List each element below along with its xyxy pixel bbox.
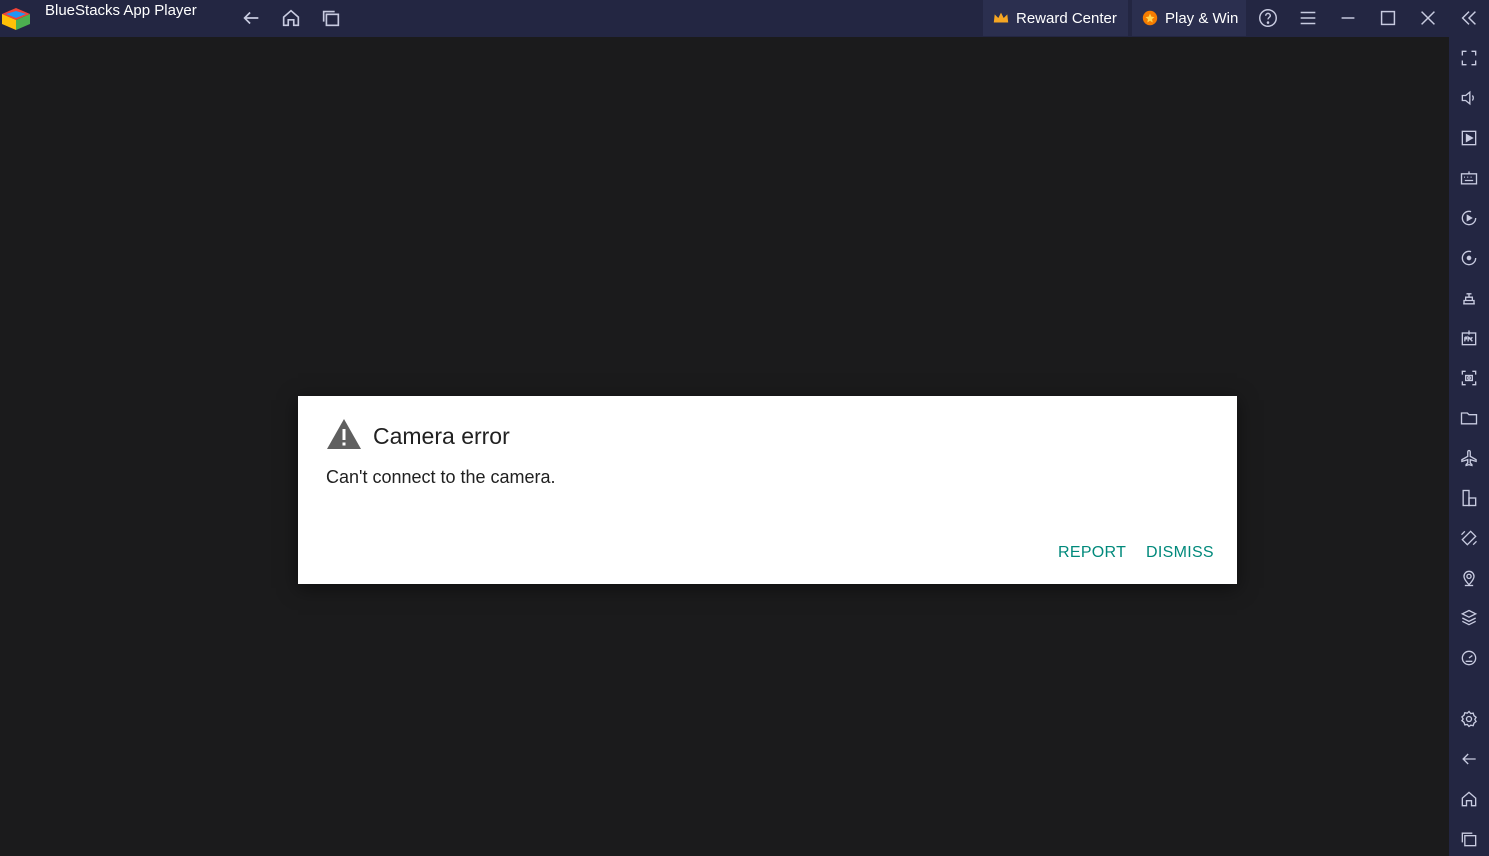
keyboard-controls-icon[interactable] — [1457, 166, 1481, 190]
multi-instance-icon[interactable] — [1457, 486, 1481, 510]
location-icon[interactable] — [1457, 566, 1481, 590]
help-icon[interactable] — [1256, 6, 1280, 30]
folder-icon[interactable] — [1457, 406, 1481, 430]
coin-icon — [1142, 10, 1158, 26]
home-icon[interactable] — [279, 6, 303, 30]
maximize-icon[interactable] — [1376, 6, 1400, 30]
report-button[interactable]: REPORT — [1058, 543, 1126, 563]
title-bar: BlueStacks App Player Reward Center Play… — [0, 0, 1489, 37]
play-win-label: Play & Win — [1165, 9, 1239, 27]
install-apk-icon[interactable] — [1457, 326, 1481, 350]
dialog-message: Can't connect to the camera. — [326, 467, 556, 487]
play-win-button[interactable]: Play & Win — [1132, 0, 1246, 36]
bluestacks-logo — [2, 8, 30, 30]
sync-icon[interactable] — [1457, 246, 1481, 270]
recent-apps-icon[interactable] — [1457, 827, 1481, 851]
warning-icon — [327, 419, 361, 449]
settings-icon[interactable] — [1457, 707, 1481, 731]
media-manager-icon[interactable] — [1457, 126, 1481, 150]
right-sidebar — [1449, 37, 1489, 856]
close-icon[interactable] — [1416, 6, 1440, 30]
collapse-sidebar-icon[interactable] — [1457, 6, 1481, 30]
reward-center-button[interactable]: Reward Center — [983, 0, 1128, 36]
minimize-icon[interactable] — [1336, 6, 1360, 30]
android-screen: Camera error Can't connect to the camera… — [0, 37, 1449, 856]
reward-center-label: Reward Center — [1016, 9, 1117, 27]
layers-icon[interactable] — [1457, 606, 1481, 630]
back-icon[interactable] — [1457, 747, 1481, 771]
eco-mode-icon[interactable] — [1457, 646, 1481, 670]
home-icon[interactable] — [1457, 787, 1481, 811]
game-controls-icon[interactable] — [1457, 286, 1481, 310]
screenshot-icon[interactable] — [1457, 366, 1481, 390]
volume-icon[interactable] — [1457, 86, 1481, 110]
fullscreen-icon[interactable] — [1457, 46, 1481, 70]
app-title: BlueStacks App Player — [45, 2, 197, 19]
crown-icon — [993, 12, 1009, 23]
dialog-title: Camera error — [373, 423, 510, 449]
rotate-icon[interactable] — [1457, 526, 1481, 550]
recent-apps-icon[interactable] — [319, 6, 343, 30]
menu-icon[interactable] — [1296, 6, 1320, 30]
macro-recorder-icon[interactable] — [1457, 206, 1481, 230]
dismiss-button[interactable]: DISMISS — [1146, 543, 1214, 563]
back-icon[interactable] — [239, 6, 263, 30]
airplane-mode-icon[interactable] — [1457, 446, 1481, 470]
camera-error-dialog: Camera error Can't connect to the camera… — [298, 396, 1237, 584]
